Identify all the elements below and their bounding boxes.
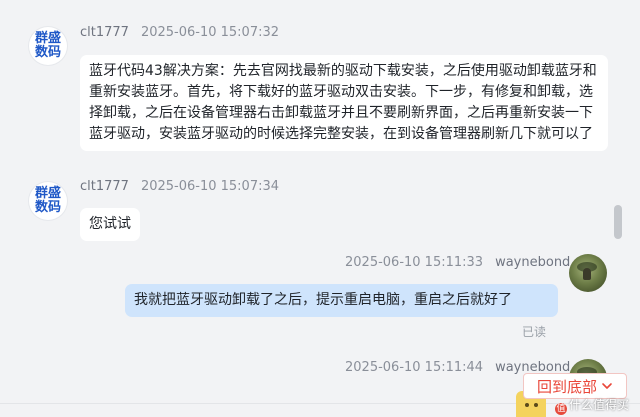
chevron-down-icon xyxy=(602,383,612,389)
avatar-image-figure xyxy=(583,268,591,280)
watermark-text: 什么值得买 xyxy=(569,398,630,412)
avatar-text-line2: 数码 xyxy=(34,45,61,60)
sender-name[interactable]: clt1777 xyxy=(80,25,129,40)
message-bubble[interactable]: 蓝牙代码43解决方案：先去官网找最新的驱动下载安装，之后使用驱动卸载蓝牙和重新安… xyxy=(80,55,608,151)
sender-name[interactable]: waynebond xyxy=(495,255,570,270)
message-meta: 2025-06-10 15:11:33 waynebond xyxy=(345,255,570,270)
message-meta: clt1777 2025-06-10 15:07:32 xyxy=(80,25,279,40)
timestamp: 2025-06-10 15:11:44 xyxy=(345,360,484,375)
avatar-waynebond[interactable] xyxy=(569,254,607,292)
message-meta: clt1777 2025-06-10 15:07:34 xyxy=(80,179,279,194)
avatar-clt1777[interactable]: 群盛 数码 xyxy=(29,182,67,220)
read-status: 已读 xyxy=(522,325,547,339)
timestamp: 2025-06-10 15:07:32 xyxy=(140,25,280,40)
sticker-eye xyxy=(525,403,529,407)
back-to-bottom-label: 回到底部 xyxy=(536,377,597,396)
avatar-text-line2: 数码 xyxy=(34,200,61,215)
message-bubble[interactable]: 您试试 xyxy=(80,208,140,241)
scrollbar-thumb[interactable] xyxy=(614,205,622,239)
watermark-logo-icon: 值 xyxy=(555,403,567,415)
message-bubble-own[interactable]: 我就把蓝牙驱动卸载了之后，提示重启电脑，重启之后就好了 xyxy=(125,284,558,317)
sticker-eye xyxy=(534,403,538,407)
avatar-text-line1: 群盛 xyxy=(34,186,61,201)
timestamp: 2025-06-10 15:11:33 xyxy=(345,255,484,270)
watermark: 值什么值得买 xyxy=(555,396,629,415)
avatar-text-line1: 群盛 xyxy=(34,31,61,46)
avatar-clt1777[interactable]: 群盛 数码 xyxy=(29,27,67,65)
timestamp: 2025-06-10 15:07:34 xyxy=(140,179,280,194)
sender-name[interactable]: clt1777 xyxy=(80,179,129,194)
